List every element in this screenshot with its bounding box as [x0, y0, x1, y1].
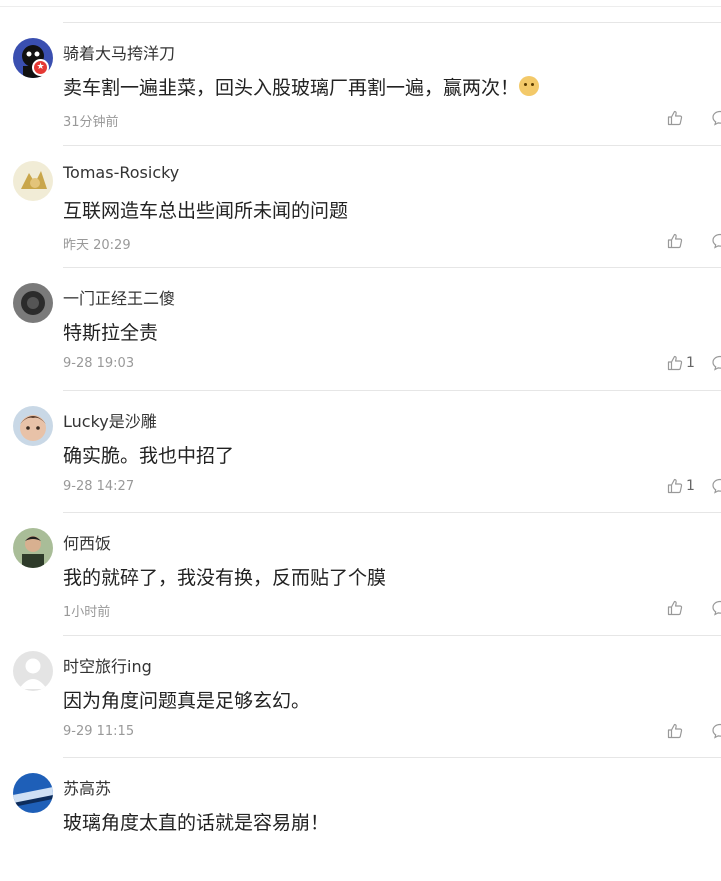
like-button[interactable] — [667, 721, 686, 741]
like-count: 1 — [686, 477, 695, 494]
avatar[interactable] — [13, 773, 53, 813]
username[interactable]: Tomas-Rosicky — [63, 163, 179, 182]
thumbs-up-icon — [667, 355, 683, 371]
comment-text: 特斯拉全责 — [63, 322, 159, 344]
like-button[interactable]: 1 — [667, 353, 695, 373]
comment-bubble-icon — [712, 233, 721, 249]
thumbs-up-icon — [667, 233, 683, 248]
avatar[interactable] — [13, 160, 53, 201]
comment-item: 何西饭 我的就碎了，我没有换，反而贴了个膜 1小时前 — [13, 513, 721, 636]
avatar[interactable] — [13, 528, 53, 568]
comment-text: 我的就碎了，我没有换，反而贴了个膜 — [63, 567, 387, 589]
username[interactable]: 一门正经王二傻 — [63, 285, 175, 309]
comment-list: ★ 骑着大马挎洋刀 卖车割一遍韭菜，回头入股玻璃厂再割一遍，赢两次！ 31分钟前… — [0, 23, 721, 881]
reply-button[interactable] — [711, 354, 721, 372]
like-button[interactable] — [667, 108, 686, 128]
thumbs-up-icon — [667, 110, 683, 126]
comment-text: 互联网造车总出些闻所未闻的问题 — [63, 199, 349, 222]
comment-item: 苏高苏 玻璃角度太直的话就是容易崩！ — [13, 758, 721, 881]
reply-button[interactable] — [711, 722, 721, 740]
comment-item: Tomas-Rosicky 互联网造车总出些闻所未闻的问题 昨天 20:29 — [13, 146, 721, 268]
comment-bubble-icon — [712, 355, 721, 371]
comment-item: ★ 骑着大马挎洋刀 卖车割一遍韭菜，回头入股玻璃厂再割一遍，赢两次！ 31分钟前 — [13, 23, 721, 146]
username[interactable]: 何西饭 — [63, 530, 111, 554]
reply-button[interactable] — [711, 109, 721, 127]
avatar[interactable] — [13, 283, 53, 323]
comment-text: 确实脆。我也中招了 — [63, 444, 235, 467]
thumbs-up-icon — [667, 600, 683, 616]
username[interactable]: 时空旅行ing — [63, 653, 152, 677]
comment-text-body: 卖车割一遍韭菜，回头入股玻璃厂再割一遍，赢两次！ — [63, 77, 520, 99]
username[interactable]: Lucky是沙雕 — [63, 408, 157, 432]
comment-text: 玻璃角度太直的话就是容易崩！ — [63, 812, 330, 834]
comment-bubble-icon — [712, 478, 721, 494]
comment-bubble-icon — [712, 723, 721, 739]
comment-item: 时空旅行ing 因为角度问题真是足够玄幻。 9-29 11:15 — [13, 636, 721, 758]
comment-item: Lucky是沙雕 确实脆。我也中招了 9-28 14:27 1 — [13, 391, 721, 513]
comment-time: 9-28 14:27 — [63, 478, 135, 494]
comment-bubble-icon — [712, 110, 721, 126]
reply-button[interactable] — [711, 477, 721, 495]
thumbs-up-icon — [667, 478, 683, 493]
comment-time: 昨天 20:29 — [63, 237, 131, 253]
username[interactable]: 骑着大马挎洋刀 — [63, 40, 175, 64]
top-border — [0, 6, 721, 7]
avatar[interactable] — [13, 405, 53, 446]
comment-time: 1小时前 — [63, 605, 111, 620]
doge-emoji-icon — [519, 76, 540, 96]
like-button[interactable] — [667, 598, 686, 618]
comment-time: 9-29 11:15 — [63, 723, 135, 739]
verified-badge-icon: ★ — [32, 59, 49, 76]
reply-button[interactable] — [711, 599, 721, 617]
comment-item: 一门正经王二傻 特斯拉全责 9-28 19:03 1 — [13, 268, 721, 391]
comment-time: 31分钟前 — [63, 115, 119, 130]
comment-bubble-icon — [712, 600, 721, 616]
like-button[interactable] — [667, 231, 686, 251]
like-count: 1 — [686, 355, 695, 371]
like-button[interactable]: 1 — [667, 476, 695, 496]
username[interactable]: 苏高苏 — [63, 775, 111, 799]
reply-button[interactable] — [711, 232, 721, 250]
comment-text: 卖车割一遍韭菜，回头入股玻璃厂再割一遍，赢两次！ — [63, 73, 540, 100]
comment-text: 因为角度问题真是足够玄幻。 — [63, 689, 311, 712]
comment-time: 9-28 19:03 — [63, 356, 135, 371]
thumbs-up-icon — [667, 723, 683, 738]
avatar[interactable] — [13, 650, 53, 691]
